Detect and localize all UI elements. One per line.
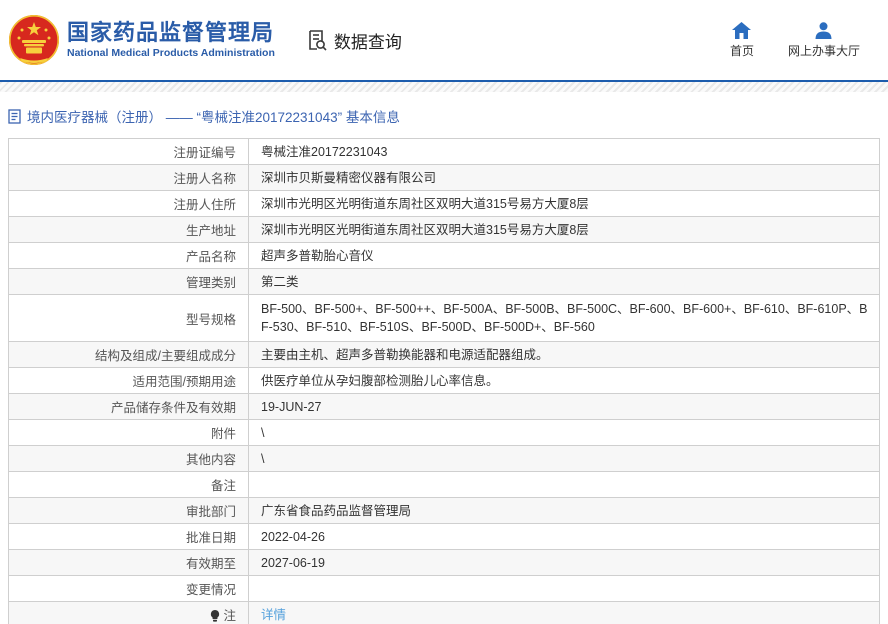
info-table-body: 注册证编号粤械注准20172231043注册人名称深圳市贝斯曼精密仪器有限公司注…	[9, 139, 880, 624]
row-value: 第二类	[249, 269, 880, 295]
row-label: 型号规格	[9, 295, 249, 342]
row-value: BF-500、BF-500+、BF-500++、BF-500A、BF-500B、…	[249, 295, 880, 342]
row-label: 有效期至	[9, 550, 249, 576]
row-value: 深圳市贝斯曼精密仪器有限公司	[249, 165, 880, 191]
table-row: 结构及组成/主要组成成分主要由主机、超声多普勒换能器和电源适配器组成。	[9, 342, 880, 368]
site-subtitle: National Medical Products Administration	[67, 46, 275, 61]
table-row: 适用范围/预期用途供医疗单位从孕妇腹部检测胎儿心率信息。	[9, 368, 880, 394]
row-label: 备注	[9, 472, 249, 498]
row-label: 管理类别	[9, 269, 249, 295]
table-row: 产品名称超声多普勒胎心音仪	[9, 243, 880, 269]
data-query-label: 数据查询	[334, 28, 402, 53]
table-row: 注详情	[9, 602, 880, 624]
table-row: 注册人住所深圳市光明区光明街道东周社区双明大道315号易方大厦8层	[9, 191, 880, 217]
row-value: 2027-06-19	[249, 550, 880, 576]
table-row: 产品储存条件及有效期19-JUN-27	[9, 394, 880, 420]
row-value: \	[249, 420, 880, 446]
row-label: 审批部门	[9, 498, 249, 524]
row-value: 2022-04-26	[249, 524, 880, 550]
row-value	[249, 472, 880, 498]
table-row: 注册人名称深圳市贝斯曼精密仪器有限公司	[9, 165, 880, 191]
table-row: 备注	[9, 472, 880, 498]
bulb-icon	[210, 610, 220, 624]
row-label: 注册人住所	[9, 191, 249, 217]
person-icon	[815, 22, 832, 39]
row-label: 批准日期	[9, 524, 249, 550]
nav-item-service-hall[interactable]: 网上办事大厅	[788, 22, 860, 59]
row-value: \	[249, 446, 880, 472]
registration-info-table: 注册证编号粤械注准20172231043注册人名称深圳市贝斯曼精密仪器有限公司注…	[8, 138, 880, 624]
row-value: 粤械注准20172231043	[249, 139, 880, 165]
site-title: 国家药品监督管理局	[67, 20, 275, 46]
nav-label-service-hall: 网上办事大厅	[788, 42, 860, 59]
page-header: 国家药品监督管理局 National Medical Products Admi…	[0, 0, 888, 82]
row-value	[249, 576, 880, 602]
row-label: 注册人名称	[9, 165, 249, 191]
document-icon	[8, 109, 21, 124]
row-label: 其他内容	[9, 446, 249, 472]
breadcrumb-text: 境内医疗器械（注册） —— “粤械注准20172231043” 基本信息	[27, 106, 400, 126]
nav-label-home: 首页	[730, 42, 754, 59]
row-label: 适用范围/预期用途	[9, 368, 249, 394]
row-value: 超声多普勒胎心音仪	[249, 243, 880, 269]
detail-link[interactable]: 详情	[261, 608, 286, 622]
row-label: 变更情况	[9, 576, 249, 602]
row-value: 供医疗单位从孕妇腹部检测胎儿心率信息。	[249, 368, 880, 394]
row-value: 主要由主机、超声多普勒换能器和电源适配器组成。	[249, 342, 880, 368]
table-row: 附件\	[9, 420, 880, 446]
row-value: 广东省食品药品监督管理局	[249, 498, 880, 524]
row-label: 注	[9, 602, 249, 624]
table-row: 变更情况	[9, 576, 880, 602]
row-label: 结构及组成/主要组成成分	[9, 342, 249, 368]
table-row: 有效期至2027-06-19	[9, 550, 880, 576]
table-row: 型号规格BF-500、BF-500+、BF-500++、BF-500A、BF-5…	[9, 295, 880, 342]
data-query-tab[interactable]: 数据查询	[305, 28, 402, 53]
table-row: 生产地址深圳市光明区光明街道东周社区双明大道315号易方大厦8层	[9, 217, 880, 243]
table-row: 其他内容\	[9, 446, 880, 472]
table-row: 批准日期2022-04-26	[9, 524, 880, 550]
row-value: 19-JUN-27	[249, 394, 880, 420]
brand-block: 国家药品监督管理局 National Medical Products Admi…	[67, 20, 275, 61]
row-value: 详情	[249, 602, 880, 624]
row-label: 附件	[9, 420, 249, 446]
row-label: 生产地址	[9, 217, 249, 243]
row-label: 产品储存条件及有效期	[9, 394, 249, 420]
row-label: 注册证编号	[9, 139, 249, 165]
home-icon	[732, 22, 751, 39]
table-row: 注册证编号粤械注准20172231043	[9, 139, 880, 165]
header-nav: 首页 网上办事大厅	[730, 22, 860, 59]
nav-item-home[interactable]: 首页	[730, 22, 754, 59]
national-emblem-icon	[8, 14, 60, 66]
table-row: 管理类别第二类	[9, 269, 880, 295]
striped-divider	[0, 82, 888, 92]
document-search-icon	[305, 28, 329, 52]
table-row: 审批部门广东省食品药品监督管理局	[9, 498, 880, 524]
row-label: 产品名称	[9, 243, 249, 269]
breadcrumb: 境内医疗器械（注册） —— “粤械注准20172231043” 基本信息	[0, 92, 888, 138]
row-value: 深圳市光明区光明街道东周社区双明大道315号易方大厦8层	[249, 217, 880, 243]
row-value: 深圳市光明区光明街道东周社区双明大道315号易方大厦8层	[249, 191, 880, 217]
